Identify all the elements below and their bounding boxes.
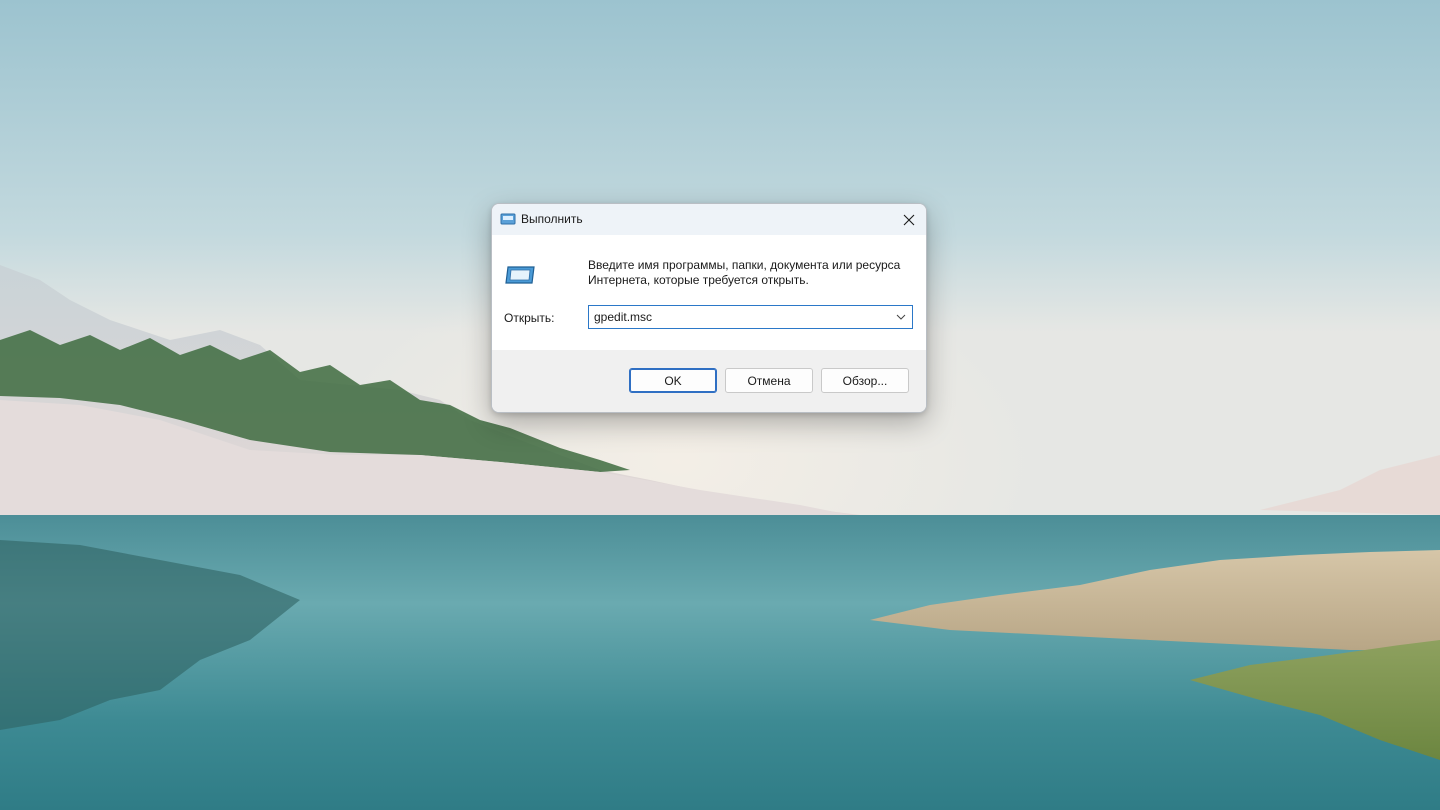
chevron-down-icon	[896, 314, 906, 320]
dropdown-button[interactable]	[892, 308, 910, 326]
cancel-button[interactable]: Отмена	[725, 368, 813, 393]
close-button[interactable]	[892, 204, 926, 235]
close-icon	[903, 214, 915, 225]
ok-button[interactable]: OK	[629, 368, 717, 393]
dialog-content: Введите имя программы, папки, документа …	[492, 235, 926, 350]
desktop: Выполнить Введите имя программы, папки, …	[0, 0, 1440, 810]
run-icon	[500, 213, 516, 225]
run-dialog: Выполнить Введите имя программы, папки, …	[491, 203, 927, 413]
window-title: Выполнить	[521, 212, 583, 226]
title-bar[interactable]: Выполнить	[492, 204, 926, 235]
browse-button[interactable]: Обзор...	[821, 368, 909, 393]
dialog-footer: OK Отмена Обзор...	[492, 350, 926, 412]
open-input[interactable]: gpedit.msc	[594, 310, 652, 324]
run-program-icon	[505, 266, 535, 284]
open-label: Открыть:	[504, 311, 555, 325]
open-combobox[interactable]: gpedit.msc	[588, 305, 913, 329]
dialog-description: Введите имя программы, папки, документа …	[588, 258, 901, 287]
